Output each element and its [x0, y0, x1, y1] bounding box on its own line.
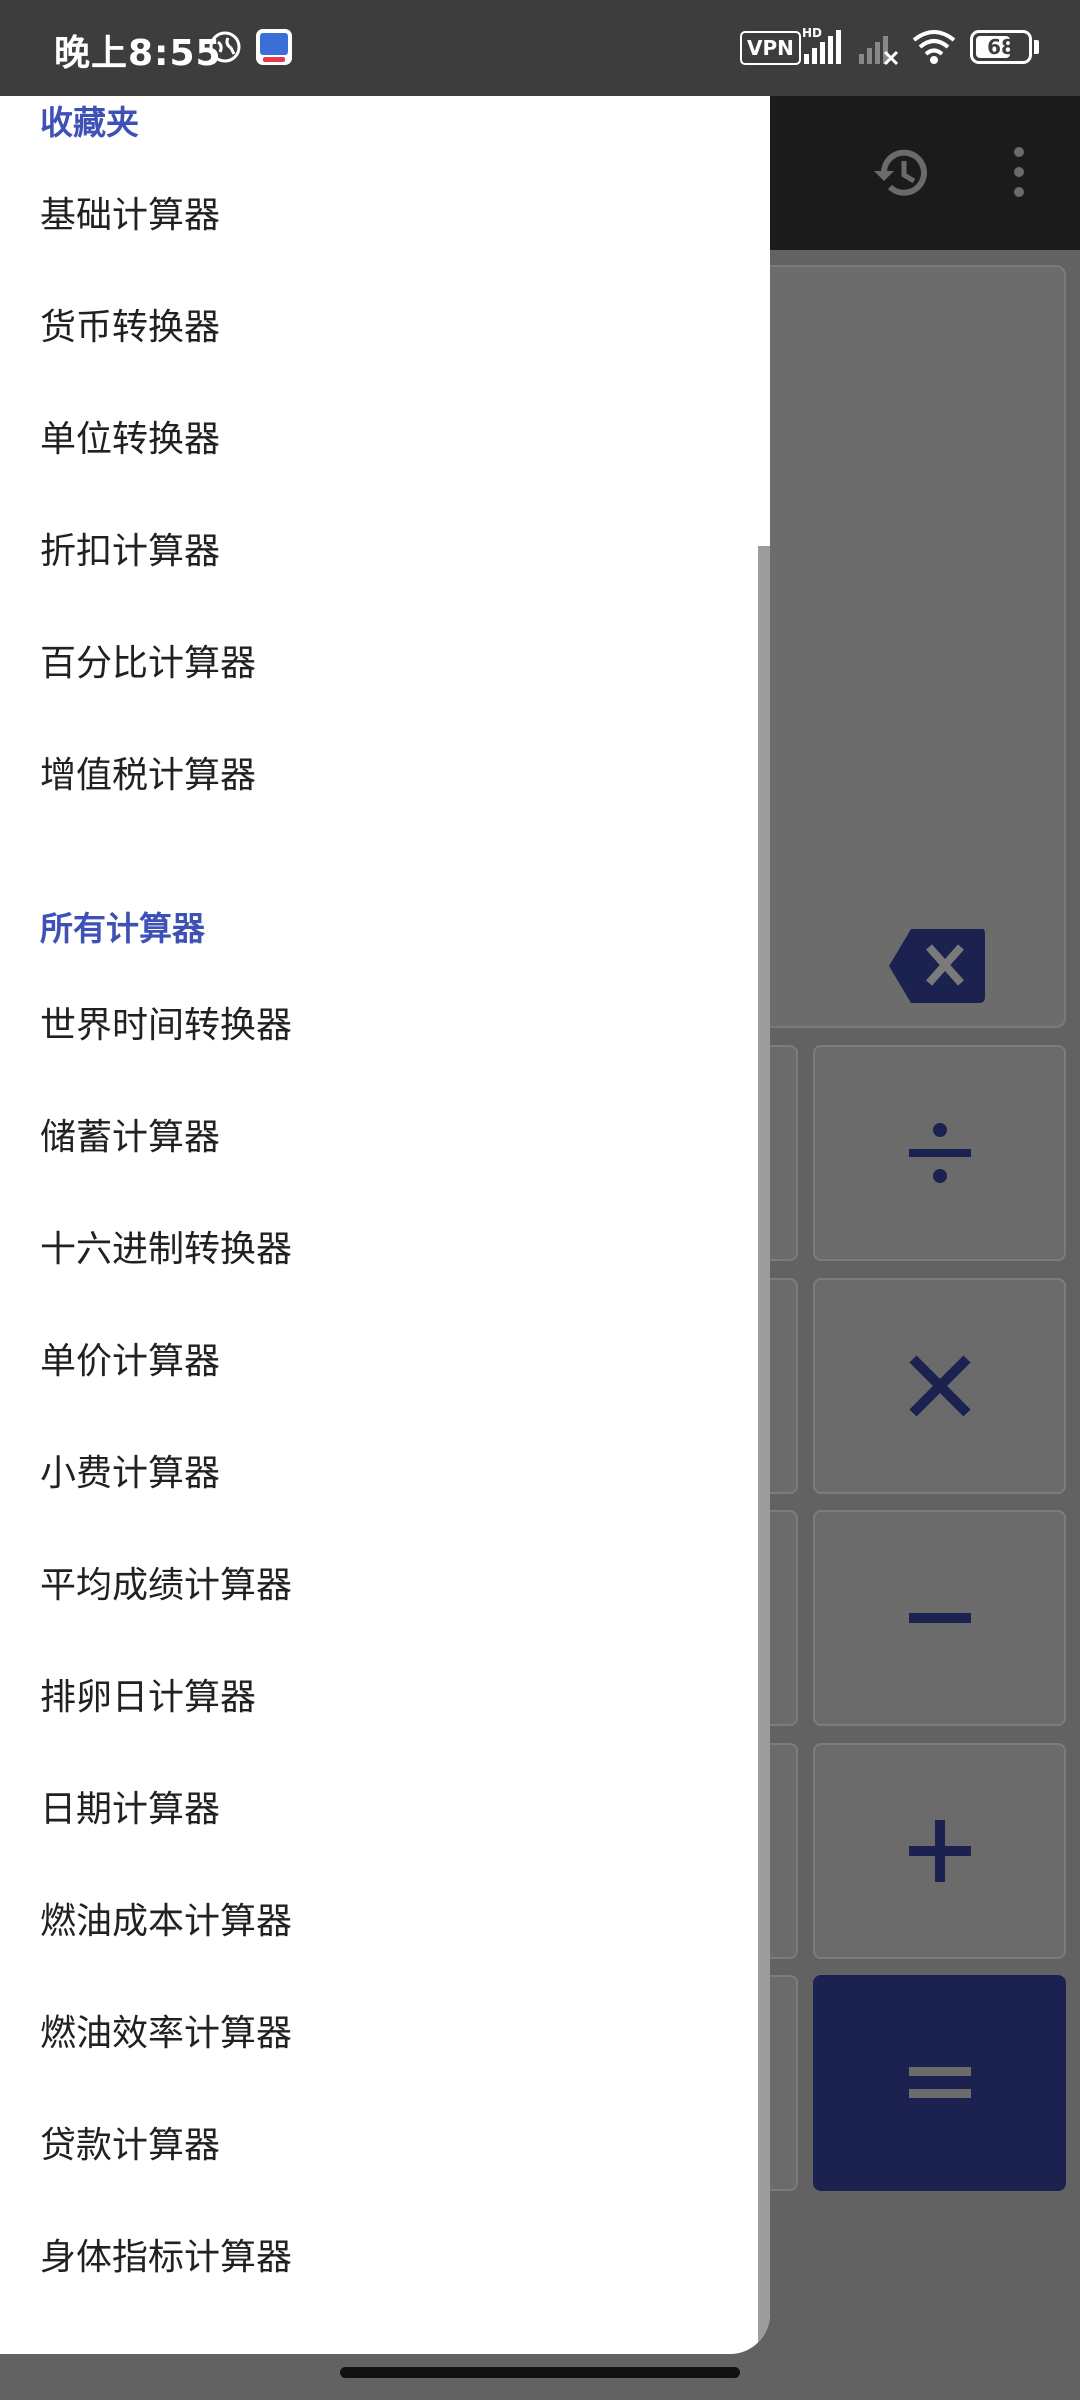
- drawer-item-date-calculator[interactable]: 日期计算器: [40, 1780, 720, 1840]
- drawer-item-world-time-converter[interactable]: 世界时间转换器: [40, 996, 720, 1056]
- equals-key[interactable]: [813, 1975, 1066, 2191]
- history-icon[interactable]: [870, 141, 934, 205]
- home-indicator[interactable]: [340, 2367, 740, 2378]
- more-vert-icon[interactable]: [1005, 144, 1033, 200]
- location-globe-icon: [209, 31, 241, 63]
- drawer-item-currency-converter[interactable]: 货币转换器: [40, 298, 720, 358]
- drawer-scrollbar[interactable]: [758, 546, 770, 2354]
- signal-no-service-icon: [859, 36, 899, 66]
- wifi-icon: [912, 30, 956, 64]
- minus-key[interactable]: [813, 1510, 1066, 1726]
- drawer-item-basic-calculator[interactable]: 基础计算器: [40, 186, 720, 246]
- plus-icon: [908, 1820, 971, 1882]
- battery-percentage: 68: [987, 35, 1015, 59]
- plus-key[interactable]: [813, 1743, 1066, 1959]
- multiply-icon: [908, 1355, 971, 1417]
- navigation-drawer: 收藏夹 基础计算器 货币转换器 单位转换器 折扣计算器 百分比计算器 增值税计算…: [0, 96, 770, 2354]
- backspace-icon[interactable]: [887, 927, 987, 1005]
- drawer-item-gpa-calculator[interactable]: 平均成绩计算器: [40, 1556, 720, 1616]
- battery-tip: [1034, 40, 1039, 54]
- minus-icon: [908, 1613, 971, 1623]
- status-time: 晚上8:55: [54, 33, 222, 74]
- drawer-item-unit-price-calculator[interactable]: 单价计算器: [40, 1332, 720, 1392]
- drawer-item-unit-converter[interactable]: 单位转换器: [40, 410, 720, 470]
- signal-strength-icon: HD: [802, 26, 841, 64]
- drawer-item-body-index-calculator[interactable]: 身体指标计算器: [40, 2228, 720, 2288]
- status-bar: 晚上8:55 VPN HD 68: [0, 0, 1080, 96]
- divide-icon: [908, 1123, 971, 1183]
- multiply-key[interactable]: [813, 1278, 1066, 1494]
- battery-icon: 68: [970, 30, 1032, 64]
- all-calculators-header: 所有计算器: [40, 909, 205, 948]
- drawer-item-tip-calculator[interactable]: 小费计算器: [40, 1444, 720, 1504]
- app-notification-icon: [256, 29, 292, 65]
- drawer-item-discount-calculator[interactable]: 折扣计算器: [40, 522, 720, 582]
- favorites-header: 收藏夹: [40, 103, 139, 142]
- drawer-item-percentage-calculator[interactable]: 百分比计算器: [40, 634, 720, 694]
- drawer-item-loan-calculator[interactable]: 贷款计算器: [40, 2116, 720, 2176]
- drawer-item-fuel-efficiency-calculator[interactable]: 燃油效率计算器: [40, 2004, 720, 2064]
- drawer-item-fuel-cost-calculator[interactable]: 燃油成本计算器: [40, 1892, 720, 1952]
- drawer-item-savings-calculator[interactable]: 储蓄计算器: [40, 1108, 720, 1168]
- equals-icon: [908, 2067, 971, 2098]
- drawer-item-hex-converter[interactable]: 十六进制转换器: [40, 1220, 720, 1280]
- divide-key[interactable]: [813, 1045, 1066, 1261]
- drawer-item-vat-calculator[interactable]: 增值税计算器: [40, 746, 720, 806]
- vpn-badge: VPN: [740, 31, 801, 65]
- drawer-item-ovulation-calculator[interactable]: 排卵日计算器: [40, 1668, 720, 1728]
- svg-text:HD: HD: [802, 26, 822, 40]
